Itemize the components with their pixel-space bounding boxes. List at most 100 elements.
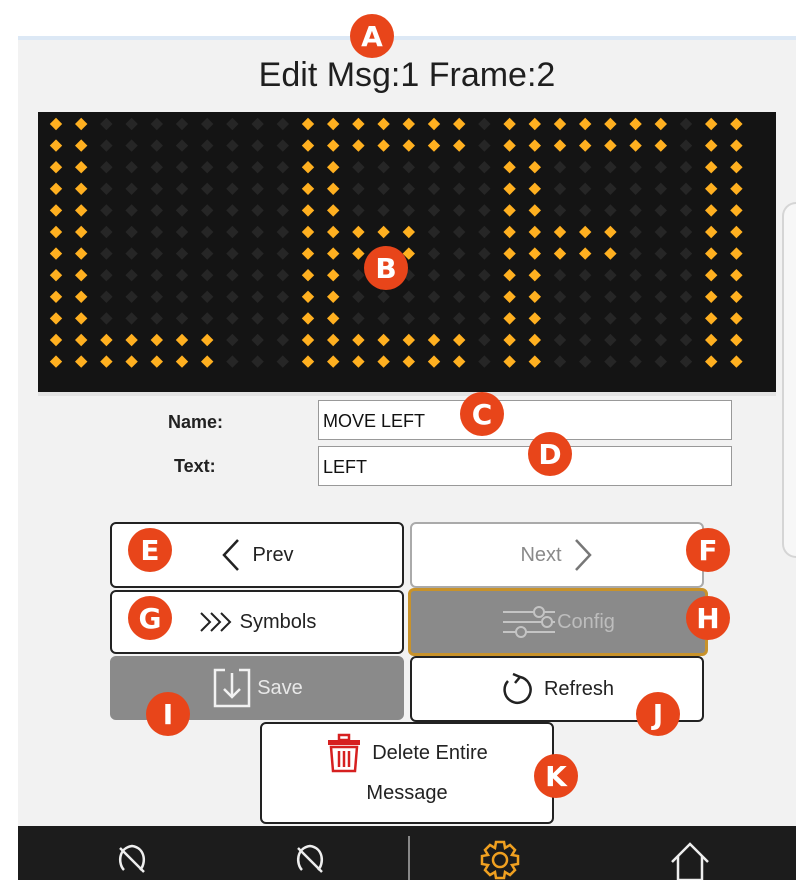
led-display[interactable] xyxy=(38,112,776,396)
led-pixel-off xyxy=(226,161,239,174)
led-pixel-off xyxy=(352,204,365,217)
led-pixel-on xyxy=(49,204,63,217)
led-pixel-off xyxy=(125,161,138,174)
led-pixel-on xyxy=(503,182,516,195)
led-pixel-off xyxy=(478,117,491,131)
led-pixel-on xyxy=(377,139,390,152)
annotation-badge: J xyxy=(636,692,680,736)
side-panel-handle[interactable] xyxy=(782,202,796,558)
led-pixel-off xyxy=(251,204,264,217)
delete-message-button[interactable]: Delete Entire Message xyxy=(260,722,554,824)
led-pixel-on xyxy=(528,333,541,347)
led-pixel-off xyxy=(175,139,189,152)
led-pixel-off xyxy=(125,139,138,152)
text-field[interactable]: LEFT xyxy=(318,446,732,486)
led-pixel-off xyxy=(402,182,415,195)
led-pixel-off xyxy=(427,290,441,303)
led-pixel-on xyxy=(705,225,718,239)
config-button[interactable]: Config xyxy=(408,588,708,656)
led-pixel-off xyxy=(201,225,214,239)
led-pixel-off xyxy=(427,182,441,195)
name-field[interactable]: MOVE LEFT xyxy=(318,400,732,440)
led-pixel-off xyxy=(175,247,189,260)
led-pixel-on xyxy=(503,117,516,131)
led-pixel-off xyxy=(276,312,289,325)
led-pixel-off xyxy=(629,182,642,195)
led-matrix[interactable] xyxy=(38,112,776,388)
led-pixel-off xyxy=(629,161,642,174)
led-pixel-on xyxy=(75,225,88,239)
led-pixel-on xyxy=(579,247,592,260)
led-pixel-on xyxy=(553,139,567,152)
led-pixel-off xyxy=(478,269,491,282)
led-pixel-off xyxy=(251,312,264,325)
annotation-badge: C xyxy=(460,392,504,436)
led-pixel-off xyxy=(654,312,667,325)
led-pixel-on xyxy=(327,182,340,195)
led-pixel-off xyxy=(100,225,113,239)
annotation-badge: G xyxy=(128,596,172,640)
led-pixel-off xyxy=(453,312,466,325)
led-pixel-on xyxy=(100,333,113,347)
led-pixel-off xyxy=(654,161,667,174)
led-pixel-on xyxy=(503,247,516,260)
led-pixel-on xyxy=(352,247,365,260)
led-pixel-off xyxy=(629,269,642,282)
page-title: Edit Msg:1 Frame:2 xyxy=(258,56,556,94)
led-pixel-on xyxy=(730,117,743,131)
led-pixel-on xyxy=(528,182,541,195)
led-pixel-off xyxy=(402,290,415,303)
led-pixel-off xyxy=(276,290,289,303)
led-pixel-on xyxy=(327,139,340,152)
led-pixel-off xyxy=(150,312,163,325)
led-pixel-on xyxy=(352,139,365,152)
led-pixel-on xyxy=(75,290,88,303)
led-pixel-on xyxy=(327,355,340,368)
led-pixel-on xyxy=(49,182,63,195)
lightbulb-off-icon[interactable] xyxy=(114,840,150,880)
led-pixel-off xyxy=(478,312,491,325)
led-pixel-off xyxy=(629,312,642,325)
led-pixel-on xyxy=(75,312,88,325)
led-pixel-off xyxy=(352,312,365,325)
led-pixel-on xyxy=(75,247,88,260)
led-pixel-off xyxy=(251,139,264,152)
led-pixel-off xyxy=(453,247,466,260)
led-pixel-off xyxy=(226,312,239,325)
led-pixel-off xyxy=(377,290,390,303)
led-pixel-on xyxy=(150,333,163,347)
led-pixel-on xyxy=(528,225,541,239)
led-pixel-on xyxy=(730,269,743,282)
led-pixel-off xyxy=(226,290,239,303)
led-pixel-off xyxy=(579,290,592,303)
led-pixel-on xyxy=(402,117,415,131)
home-icon[interactable] xyxy=(668,840,712,880)
symbols-label: Symbols xyxy=(239,610,317,633)
led-pixel-on xyxy=(705,290,718,303)
navbar-divider xyxy=(408,836,410,880)
led-pixel-on xyxy=(75,333,88,347)
led-pixel-on xyxy=(75,204,88,217)
led-pixel-off xyxy=(453,269,466,282)
led-pixel-off xyxy=(226,204,239,217)
led-pixel-off xyxy=(125,204,138,217)
led-pixel-off xyxy=(679,247,693,260)
led-pixel-on xyxy=(553,247,567,260)
led-pixel-off xyxy=(553,290,567,303)
led-pixel-off xyxy=(276,355,289,368)
led-pixel-on xyxy=(730,204,743,217)
led-pixel-on xyxy=(75,139,88,152)
gear-icon[interactable] xyxy=(478,838,522,880)
next-button[interactable]: Next xyxy=(410,522,704,588)
led-pixel-off xyxy=(629,355,642,368)
led-pixel-on xyxy=(402,139,415,152)
led-pixel-on xyxy=(377,117,390,131)
annotation-badge: B xyxy=(364,246,408,290)
led-pixel-on xyxy=(503,312,516,325)
refresh-icon xyxy=(503,672,532,705)
led-pixel-on xyxy=(352,225,365,239)
led-pixel-on xyxy=(705,269,718,282)
lightbulb-off-icon[interactable] xyxy=(292,840,328,880)
led-pixel-off xyxy=(654,182,667,195)
led-pixel-off xyxy=(654,247,667,260)
